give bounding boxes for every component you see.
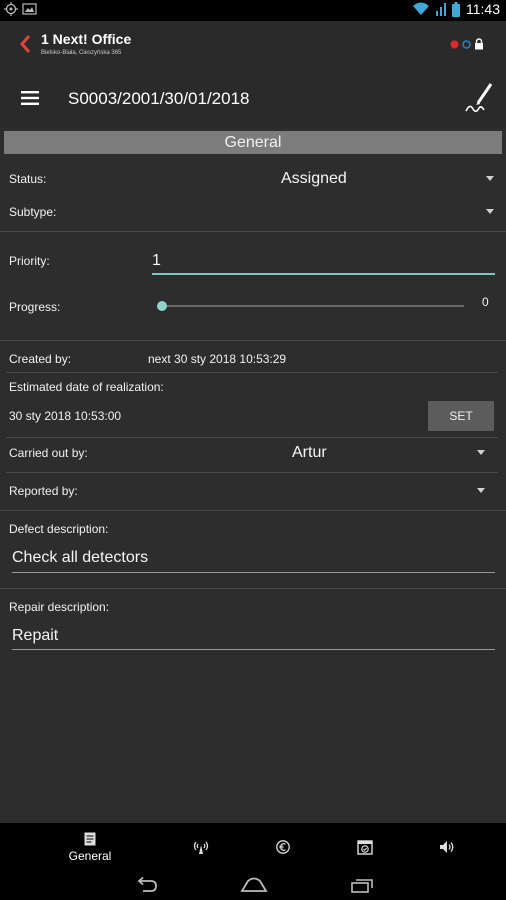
image-icon [22, 3, 37, 15]
nav-tab-antenna[interactable] [186, 823, 216, 871]
progress-label: Progress: [9, 300, 61, 314]
signature-icon[interactable] [464, 81, 494, 115]
bottom-navigation: General [0, 823, 506, 871]
document-icon [84, 832, 96, 845]
calendar-check-icon [357, 840, 373, 855]
created-by-value: next 30 sty 2018 10:53:29 [148, 352, 287, 366]
nav-tab-sound[interactable] [432, 823, 462, 871]
system-recents-icon[interactable] [350, 877, 374, 893]
app-bar: 1 Next! Office Bielsko-Biała, Cieszyńska… [0, 21, 506, 71]
created-by-label: Created by: [9, 352, 72, 366]
wifi-icon [413, 2, 429, 15]
menu-icon[interactable] [21, 91, 39, 105]
document-number: S0003/2001/30/01/2018 [68, 89, 250, 108]
carried-out-by-label: Carried out by: [9, 446, 88, 460]
system-home-icon[interactable] [240, 877, 268, 893]
speaker-icon [440, 841, 454, 853]
back-arrow-icon[interactable] [18, 33, 34, 55]
set-date-button[interactable]: SET [428, 401, 494, 431]
antenna-icon [193, 841, 209, 854]
gps-icon [4, 2, 18, 16]
signal-icon [436, 3, 446, 16]
euro-icon [276, 840, 290, 854]
status-time: 11:43 [466, 1, 500, 17]
status-bar-right: 11:43 [412, 1, 500, 17]
nav-tab-general-label: General [68, 848, 112, 863]
repair-description-input[interactable]: Repait [12, 627, 58, 645]
red-dot-icon [450, 40, 459, 48]
divider [6, 437, 498, 438]
repair-input-underline [12, 649, 495, 650]
estimated-date-value: 30 sty 2018 10:53:00 [9, 409, 122, 423]
repair-description-label: Repair description: [9, 600, 110, 614]
status-dropdown-icon[interactable] [486, 176, 494, 181]
divider [0, 510, 506, 511]
blue-dot-icon [462, 39, 471, 49]
progress-slider-thumb[interactable] [157, 301, 167, 311]
divider [0, 588, 506, 589]
reported-by-dropdown-icon[interactable] [477, 488, 485, 493]
app-subtitle: Bielsko-Biała, Cieszyńska 365 [41, 50, 122, 56]
progress-value: 0 [482, 295, 489, 309]
status-bar: 11:43 [0, 0, 506, 21]
connection-indicators [450, 38, 484, 50]
system-back-icon[interactable] [134, 877, 158, 893]
defect-input-underline [12, 572, 495, 573]
divider [0, 340, 506, 341]
defect-description-input[interactable]: Check all detectors [12, 549, 148, 567]
nav-tab-general[interactable]: General [60, 823, 120, 871]
section-header-general: General [4, 131, 502, 154]
app-title: 1 Next! Office [41, 31, 132, 47]
document-bar: S0003/2001/30/01/2018 [0, 71, 506, 127]
system-navigation-bar [0, 871, 506, 900]
priority-input-underline [152, 273, 495, 275]
reported-by-label: Reported by: [9, 484, 78, 498]
divider [6, 472, 498, 473]
status-bar-left [4, 2, 37, 16]
divider [6, 372, 498, 373]
progress-slider-track[interactable] [162, 305, 464, 307]
form-content: General Status: Assigned Subtype: Priori… [0, 127, 506, 823]
lock-icon [475, 38, 483, 50]
defect-description-label: Defect description: [9, 522, 109, 536]
nav-tab-finance[interactable] [268, 823, 298, 871]
priority-label: Priority: [9, 254, 50, 268]
estimated-date-label: Estimated date of realization: [9, 380, 164, 394]
carried-out-by-dropdown-icon[interactable] [477, 450, 485, 455]
battery-icon [452, 1, 460, 17]
divider [0, 231, 506, 232]
status-value[interactable]: Assigned [281, 170, 347, 188]
carried-out-by-value[interactable]: Artur [292, 444, 327, 462]
subtype-dropdown-icon[interactable] [486, 209, 494, 214]
status-label: Status: [9, 172, 47, 186]
nav-tab-calendar[interactable] [350, 823, 380, 871]
priority-input[interactable]: 1 [152, 252, 161, 270]
subtype-label: Subtype: [9, 205, 57, 219]
